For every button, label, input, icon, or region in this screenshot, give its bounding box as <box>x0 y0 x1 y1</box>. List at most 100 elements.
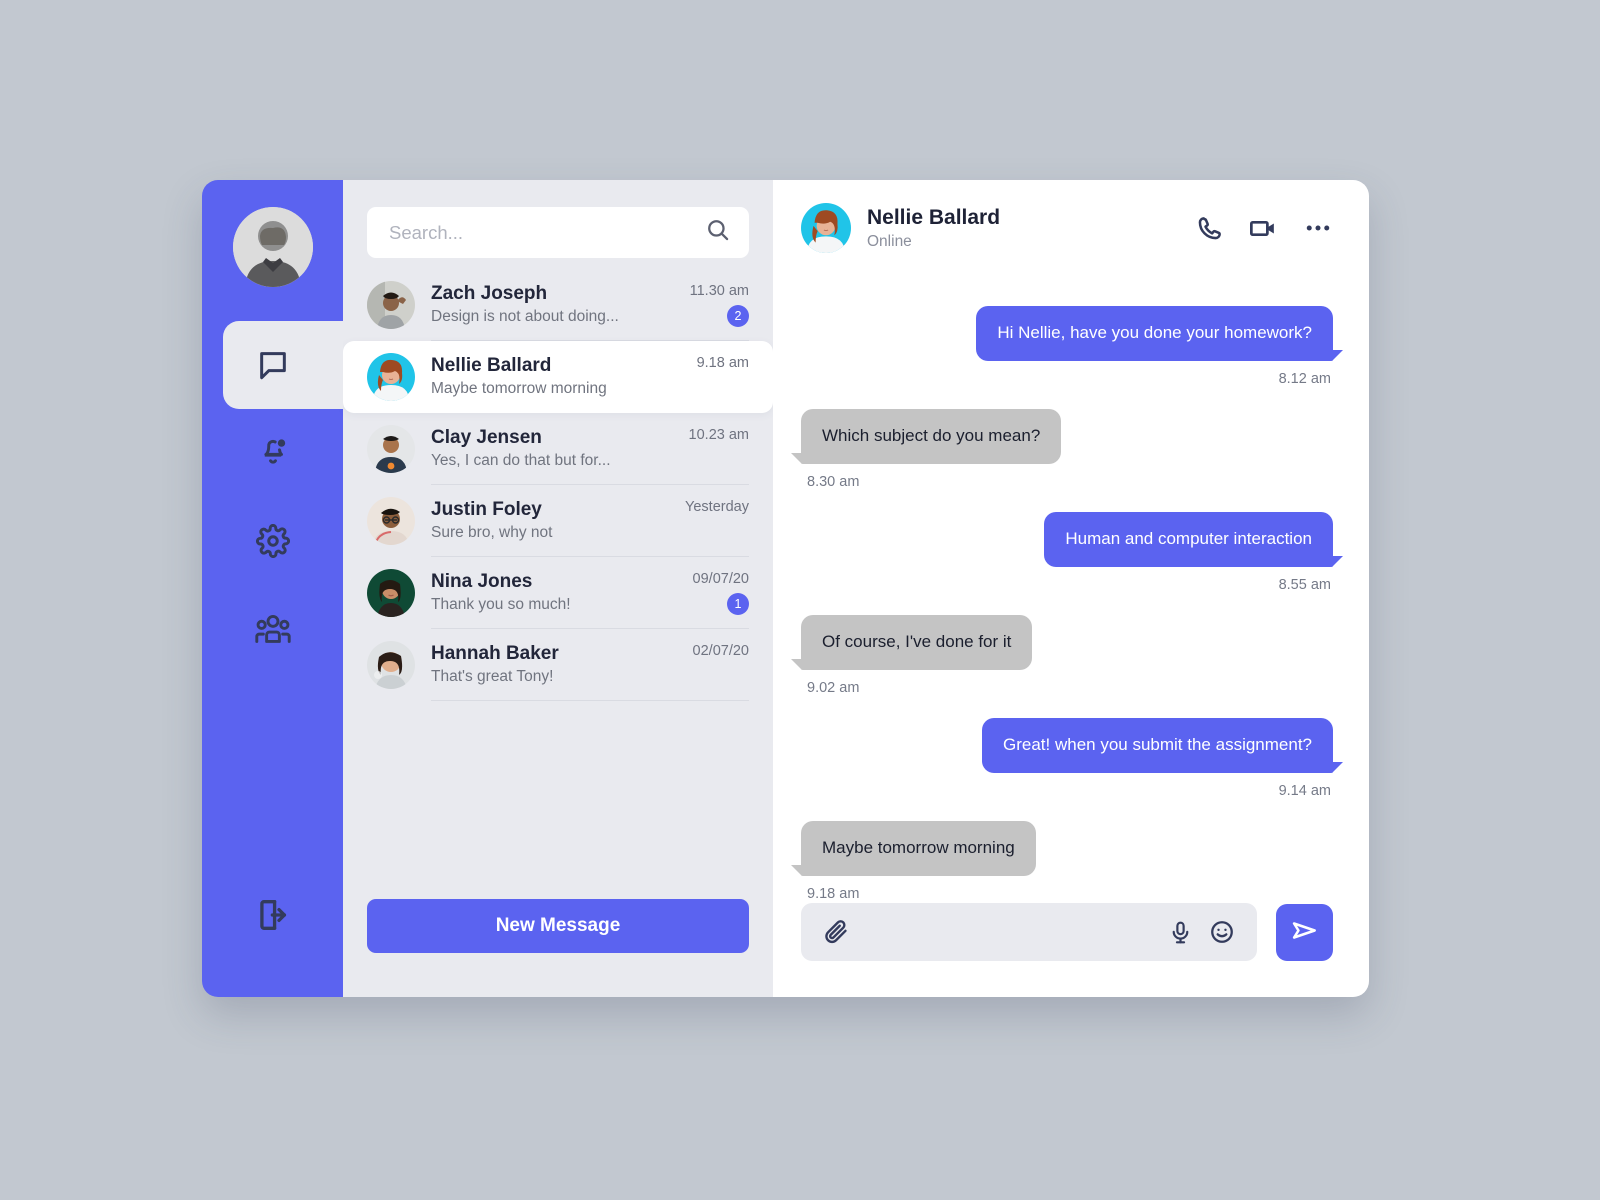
conversation-actions <box>1195 213 1333 244</box>
new-message-wrap: New Message <box>343 899 773 997</box>
composer-icons <box>1168 919 1235 945</box>
peer-info: Nellie Ballard Online <box>867 204 1000 253</box>
list-item-name: Clay Jensen <box>431 426 542 448</box>
list-item[interactable]: Nellie Ballard Maybe tomorrow morning 9.… <box>343 341 773 413</box>
people-group-icon <box>250 606 296 652</box>
message-bubble: Human and computer interaction <box>1044 511 1343 567</box>
search-input[interactable] <box>389 221 705 244</box>
message-input[interactable] <box>864 922 1154 942</box>
list-item-preview: Thank you so much! <box>431 596 571 614</box>
row-divider <box>431 700 749 701</box>
bell-notification-icon <box>250 430 296 476</box>
list-item[interactable]: Nina Jones Thank you so much! 09/07/20 1 <box>343 557 773 629</box>
message-bubble: Hi Nellie, have you done your homework? <box>976 306 1343 361</box>
message-bubble: Of course, I've done for it <box>790 614 1033 670</box>
list-item-preview: Design is not about doing... <box>431 308 619 326</box>
search-bar[interactable] <box>367 207 749 258</box>
message-time: 8.55 am <box>1278 576 1331 593</box>
message-bubble: Maybe tomorrow morning <box>791 820 1036 876</box>
video-camera-icon[interactable] <box>1248 213 1279 244</box>
peer-avatar[interactable] <box>801 203 851 253</box>
list-item-name: Justin Foley <box>431 498 542 520</box>
unread-badge: 1 <box>727 593 749 615</box>
more-options-icon[interactable] <box>1303 213 1333 243</box>
list-item-time: 9.18 am <box>696 355 749 371</box>
message-composer <box>773 903 1369 997</box>
list-item[interactable]: Zach Joseph Design is not about doing...… <box>343 269 773 341</box>
avatar <box>367 569 415 617</box>
list-item-name: Hannah Baker <box>431 642 559 664</box>
message-group: Of course, I've done for it 9.02 am <box>790 614 1333 696</box>
list-item-time: Yesterday <box>685 499 749 515</box>
message-group: Human and computer interaction 8.55 am <box>801 511 1343 593</box>
microphone-icon[interactable] <box>1168 920 1193 945</box>
avatar <box>367 353 415 401</box>
conversation-header: Nellie Ballard Online <box>773 180 1369 276</box>
chat-list-panel: Zach Joseph Design is not about doing...… <box>343 180 773 997</box>
message-group: Which subject do you mean? 8.30 am <box>790 408 1333 490</box>
composer-field[interactable] <box>801 903 1257 961</box>
list-item-name: Nellie Ballard <box>431 354 552 376</box>
list-item-time: 02/07/20 <box>692 643 749 659</box>
message-time: 9.02 am <box>807 679 860 696</box>
sidebar-item-notifications[interactable] <box>202 409 343 497</box>
list-item-name: Zach Joseph <box>431 282 548 304</box>
list-item-preview: Yes, I can do that but for... <box>431 452 611 470</box>
list-item-meta: Nellie Ballard Maybe tomorrow morning <box>431 354 677 401</box>
list-item-meta: Justin Foley Sure bro, why not <box>431 498 677 545</box>
sidebar-item-chats[interactable] <box>202 321 343 409</box>
send-button[interactable] <box>1276 903 1333 961</box>
list-item[interactable]: Clay Jensen Yes, I can do that but for..… <box>343 413 773 485</box>
peer-status: Online <box>867 232 912 250</box>
list-item-right: 02/07/20 <box>677 643 749 687</box>
search-icon[interactable] <box>705 217 731 248</box>
message-time: 9.18 am <box>807 885 860 902</box>
list-item-right: 11.30 am 2 <box>677 283 749 327</box>
conversation-panel: Nellie Ballard Online Hi Nellie, have yo… <box>773 180 1369 997</box>
chat-app-window: Zach Joseph Design is not about doing...… <box>202 180 1369 997</box>
user-profile-avatar[interactable] <box>232 207 313 287</box>
message-bubble: Great! when you submit the assignment? <box>982 717 1343 773</box>
peer-name: Nellie Ballard <box>867 205 1001 229</box>
list-item-right: 09/07/20 1 <box>677 571 749 615</box>
list-item-preview: That's great Tony! <box>431 668 554 686</box>
avatar <box>367 281 415 329</box>
message-time: 8.30 am <box>807 473 860 490</box>
avatar <box>367 497 415 545</box>
list-item-time: 11.30 am <box>689 283 749 299</box>
nav-items <box>202 321 343 673</box>
message-group: Great! when you submit the assignment? 9… <box>801 717 1343 799</box>
unread-badge: 2 <box>727 305 749 327</box>
message-group: Hi Nellie, have you done your homework? … <box>801 306 1343 387</box>
sidebar-item-logout[interactable] <box>202 896 343 939</box>
new-message-button[interactable]: New Message <box>367 899 749 953</box>
list-item-right: 9.18 am <box>677 355 749 399</box>
avatar <box>367 641 415 689</box>
phone-icon[interactable] <box>1195 214 1224 243</box>
nav-sidebar <box>202 180 343 997</box>
list-item[interactable]: Justin Foley Sure bro, why not Yesterday <box>343 485 773 557</box>
paperclip-icon[interactable] <box>823 919 850 946</box>
avatar-image <box>232 207 313 287</box>
list-item-meta: Zach Joseph Design is not about doing... <box>431 282 677 329</box>
avatar <box>367 425 415 473</box>
list-item[interactable]: Hannah Baker That's great Tony! 02/07/20 <box>343 629 773 701</box>
sidebar-item-settings[interactable] <box>202 497 343 585</box>
message-time: 9.14 am <box>1278 782 1331 799</box>
list-item-time: 10.23 am <box>688 427 749 443</box>
message-group: Maybe tomorrow morning 9.18 am <box>791 820 1333 902</box>
message-bubble: Which subject do you mean? <box>790 408 1062 464</box>
gear-icon <box>250 518 296 564</box>
list-item-meta: Hannah Baker That's great Tony! <box>431 642 677 689</box>
message-time: 8.12 am <box>1278 370 1331 387</box>
message-thread: Hi Nellie, have you done your homework? … <box>773 276 1369 903</box>
list-item-time: 09/07/20 <box>692 571 749 587</box>
sidebar-item-contacts[interactable] <box>202 585 343 673</box>
emoji-smiley-icon[interactable] <box>1209 919 1235 945</box>
list-item-meta: Nina Jones Thank you so much! <box>431 570 677 617</box>
chat-bubble-icon <box>250 342 296 388</box>
logout-icon <box>254 896 292 939</box>
list-item-right: 10.23 am <box>677 427 749 471</box>
list-item-meta: Clay Jensen Yes, I can do that but for..… <box>431 426 677 473</box>
list-item-preview: Maybe tomorrow morning <box>431 380 607 398</box>
